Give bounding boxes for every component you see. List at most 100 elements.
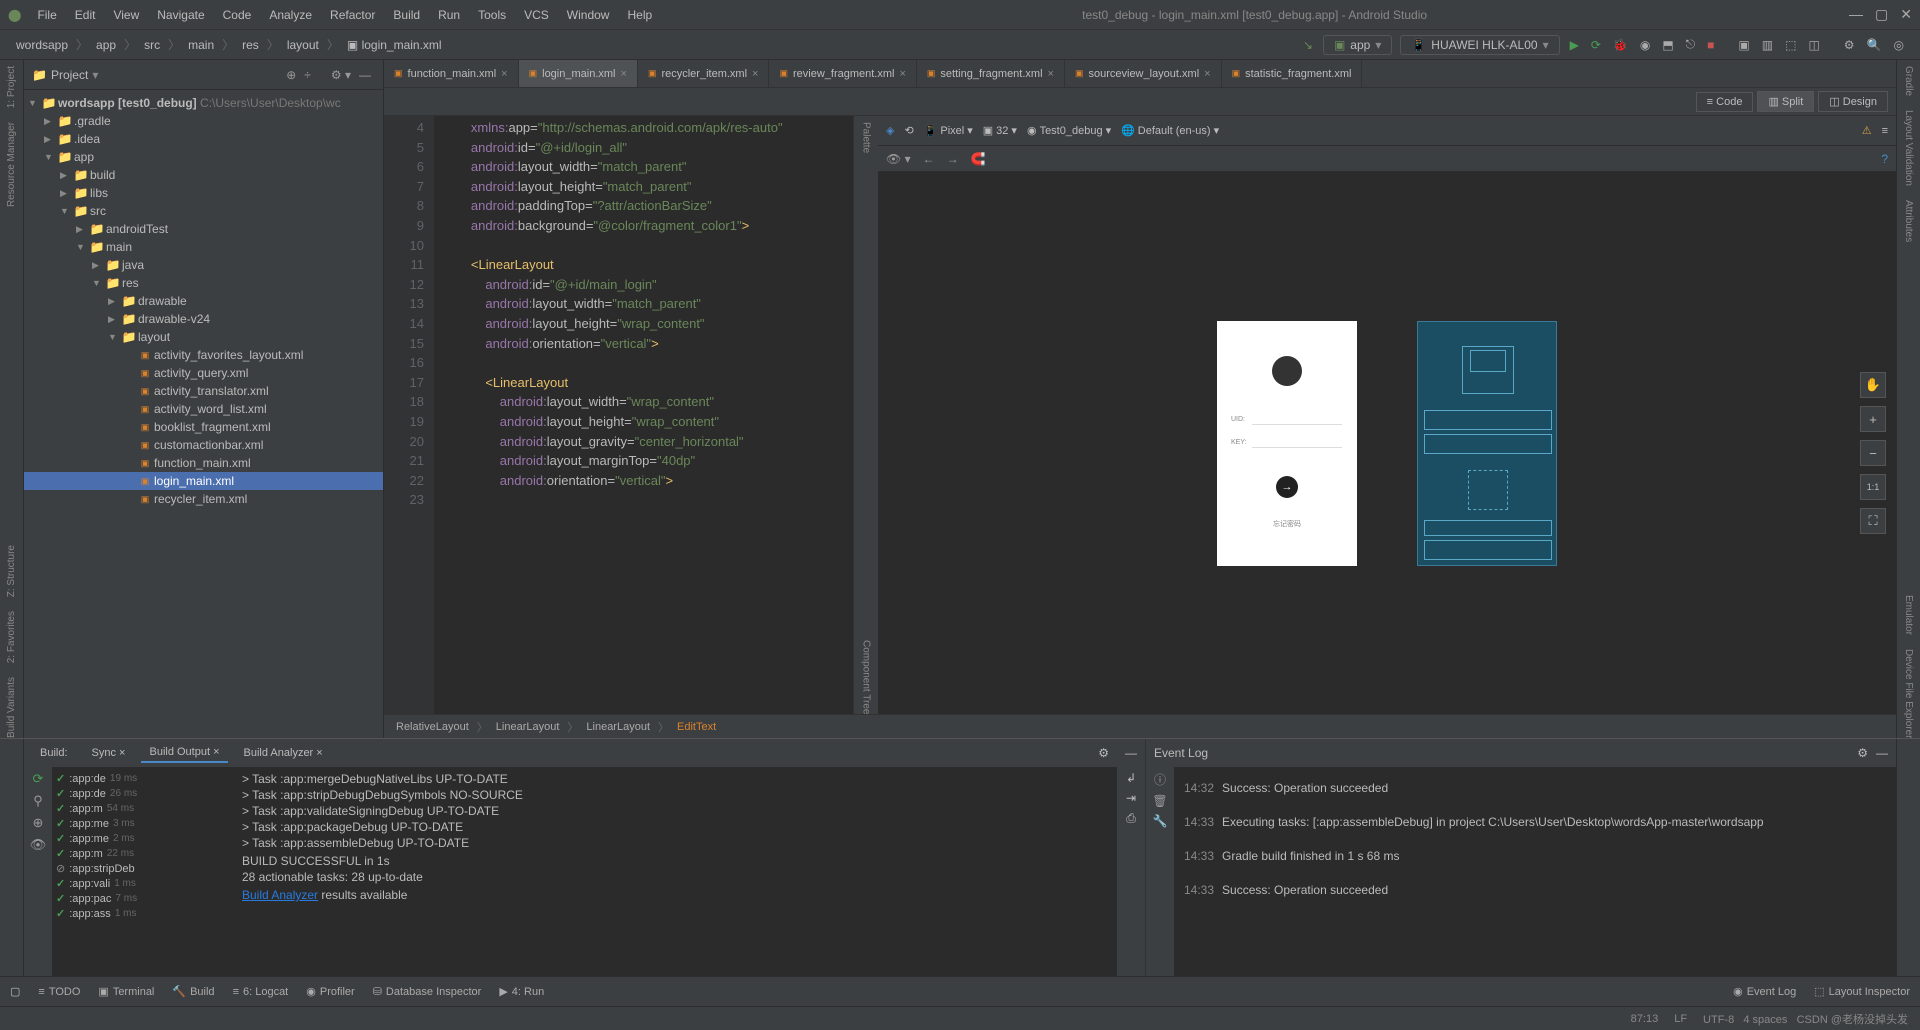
close-tab-icon[interactable]: × <box>752 68 758 80</box>
zoom-fit-icon[interactable]: 1:1 <box>1860 474 1886 500</box>
profile-icon[interactable]: ◉ <box>1634 36 1656 54</box>
rail-component-tree[interactable]: Component Tree <box>861 640 872 715</box>
tree-folder[interactable]: ▼📁layout <box>24 328 383 346</box>
bc-item[interactable]: LinearLayout <box>586 721 650 733</box>
tree-file[interactable]: ▣activity_favorites_layout.xml <box>24 346 383 364</box>
task-row[interactable]: ✓:app:de 26 ms <box>56 786 228 801</box>
task-row[interactable]: ✓:app:ass 1 ms <box>56 906 228 921</box>
sync-icon[interactable]: ↘ <box>1297 36 1319 54</box>
task-row[interactable]: ✓:app:me 3 ms <box>56 816 228 831</box>
status-layout-inspector[interactable]: ⬚ Layout Inspector <box>1814 985 1910 998</box>
blueprint-surface[interactable] <box>1417 321 1557 566</box>
rail-emulator[interactable]: Emulator <box>1903 595 1914 635</box>
line-separator[interactable]: LF <box>1674 1013 1687 1025</box>
hide-icon[interactable]: — <box>355 68 375 82</box>
avd-icon[interactable]: ▣ <box>1732 36 1755 54</box>
editor-tab-active[interactable]: ▣login_main.xml× <box>519 60 638 87</box>
info-icon[interactable]: ⓘ <box>1154 771 1166 788</box>
soft-wrap-icon[interactable]: ↲ <box>1126 771 1136 785</box>
locale-dropdown[interactable]: 🌐 Default (en-us) ▾ <box>1121 124 1219 137</box>
build-output[interactable]: > Task :app:mergeDebugNativeLibs UP-TO-D… <box>232 767 1117 976</box>
zoom-out-icon[interactable]: − <box>1860 440 1886 466</box>
menu-window[interactable]: Window <box>559 4 618 26</box>
menu-file[interactable]: File <box>29 4 64 26</box>
menu-run[interactable]: Run <box>430 4 468 26</box>
tree-folder[interactable]: ▶📁build <box>24 166 383 184</box>
restart-icon[interactable]: ⟳ <box>33 771 44 787</box>
breadcrumb[interactable]: layout <box>281 36 325 54</box>
status-run[interactable]: ▶ 4: Run <box>499 985 544 998</box>
breadcrumb[interactable]: app <box>90 36 122 54</box>
layout-inspector-icon[interactable]: ⬚ <box>1779 36 1802 54</box>
breadcrumb[interactable]: wordsapp <box>10 36 74 54</box>
build-analyzer-link[interactable]: Build Analyzer <box>242 888 318 902</box>
menu-code[interactable]: Code <box>215 4 260 26</box>
task-row[interactable]: ✓:app:vali 1 ms <box>56 876 228 891</box>
gear-icon[interactable]: ⚙ <box>1857 746 1868 760</box>
design-surface-icon[interactable]: ◈ <box>886 124 894 137</box>
editor-tab[interactable]: ▣sourceview_layout.xml× <box>1065 60 1222 87</box>
orientation-icon[interactable]: ⟲ <box>904 124 913 137</box>
status-todo[interactable]: ≡ TODO <box>38 986 80 998</box>
minimize-icon[interactable]: — <box>1849 6 1863 23</box>
tree-folder[interactable]: ▶📁.gradle <box>24 112 383 130</box>
tree-root[interactable]: ▼📁wordsapp [test0_debug] C:\Users\User\D… <box>24 94 383 112</box>
sdk-icon[interactable]: ▥ <box>1756 36 1779 54</box>
rail-structure[interactable]: Z: Structure <box>6 545 17 597</box>
menu-navigate[interactable]: Navigate <box>149 4 212 26</box>
coverage-icon[interactable]: ⬒ <box>1656 36 1679 54</box>
hide-icon[interactable]: — <box>1868 746 1888 760</box>
rail-attributes[interactable]: Attributes <box>1903 200 1914 242</box>
pan-icon[interactable]: ✋ <box>1860 372 1886 398</box>
build-tab-analyzer[interactable]: Build Analyzer × <box>236 744 331 762</box>
breadcrumb-file[interactable]: ▣ login_main.xml <box>341 36 448 54</box>
hide-icon[interactable]: — <box>1117 746 1137 760</box>
status-event-log[interactable]: ◉ Event Log <box>1733 985 1796 998</box>
bc-item[interactable]: LinearLayout <box>496 721 560 733</box>
tree-folder[interactable]: ▶📁java <box>24 256 383 274</box>
design-surface[interactable]: UID: KEY: → 忘记密码 <box>1217 321 1357 566</box>
run-config-dropdown[interactable]: ▣app▾ <box>1323 35 1392 55</box>
tree-file[interactable]: ▣activity_word_list.xml <box>24 400 383 418</box>
help-icon[interactable]: ◎ <box>1888 36 1910 54</box>
rail-gradle[interactable]: Gradle <box>1903 66 1914 96</box>
tree-file[interactable]: ▣customactionbar.xml <box>24 436 383 454</box>
arrow-left-icon[interactable]: ← <box>923 152 935 166</box>
rail-device-file-explorer[interactable]: Device File Explorer <box>1903 649 1914 738</box>
device-dropdown[interactable]: 📱HUAWEI HLK-AL00▾ <box>1400 35 1559 55</box>
zoom-in-icon[interactable]: + <box>1860 406 1886 432</box>
device-preview-dropdown[interactable]: 📱 Pixel ▾ <box>924 124 973 137</box>
help-icon[interactable]: ? <box>1881 152 1888 166</box>
build-tab-output[interactable]: Build Output × <box>141 743 227 763</box>
project-view-dropdown[interactable]: 📁 Project ▾ <box>32 68 282 82</box>
magnet-icon[interactable]: 🧲 <box>971 152 986 166</box>
rail-favorites[interactable]: 2: Favorites <box>6 611 17 663</box>
editor-tab[interactable]: ▣setting_fragment.xml× <box>917 60 1065 87</box>
menu-analyze[interactable]: Analyze <box>261 4 320 26</box>
status-logcat[interactable]: ≡ 6: Logcat <box>233 986 289 998</box>
tree-file[interactable]: ▣recycler_item.xml <box>24 490 383 508</box>
theme-dropdown[interactable]: ◉ Test0_debug ▾ <box>1027 124 1111 137</box>
apply-changes-icon[interactable]: ⟳ <box>1585 36 1607 54</box>
gear-icon[interactable]: ⚙ <box>1098 746 1109 760</box>
status-terminal[interactable]: ▣ Terminal <box>98 985 154 998</box>
menu-vcs[interactable]: VCS <box>516 4 557 26</box>
event-log[interactable]: 14:32Success: Operation succeeded 14:33E… <box>1174 767 1896 976</box>
tree-folder[interactable]: ▼📁src <box>24 202 383 220</box>
status-profiler[interactable]: ◉ Profiler <box>306 985 354 998</box>
attach-icon[interactable]: ⎋ <box>1680 35 1702 54</box>
menu-build[interactable]: Build <box>385 4 428 26</box>
tree-folder[interactable]: ▶📁drawable-v24 <box>24 310 383 328</box>
breadcrumb[interactable]: src <box>138 36 166 54</box>
rail-palette[interactable]: Palette <box>861 122 872 153</box>
settings-icon[interactable]: ⚙ <box>1838 36 1861 54</box>
view-code-button[interactable]: ≡ Code <box>1696 92 1754 112</box>
eye-icon[interactable]: 👁 ▾ <box>886 152 911 166</box>
show-icon[interactable]: 👁 <box>30 837 47 853</box>
menu-tools[interactable]: Tools <box>470 4 514 26</box>
menu-edit[interactable]: Edit <box>67 4 104 26</box>
gear-icon[interactable]: ⚙ ▾ <box>327 68 355 82</box>
expand-icon[interactable]: ⊕ <box>33 815 44 831</box>
close-tab-icon[interactable]: × <box>1204 68 1210 80</box>
task-row[interactable]: ✓:app:me 2 ms <box>56 831 228 846</box>
